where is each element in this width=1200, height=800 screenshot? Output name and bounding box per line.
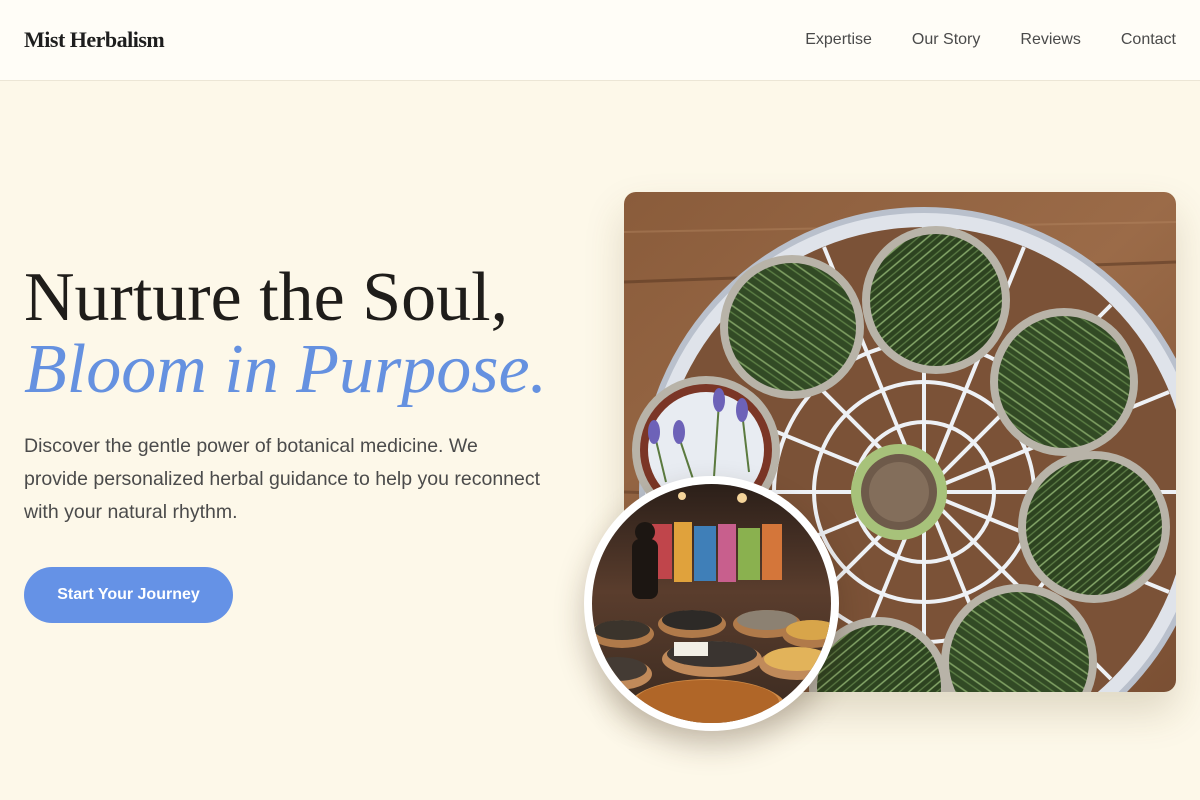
nav-link-reviews[interactable]: Reviews [1020, 31, 1080, 49]
nav-link-our-story[interactable]: Our Story [912, 31, 980, 49]
brand-logo[interactable]: Mist Herbalism [24, 27, 165, 53]
hero-title-line2: Bloom in Purpose. [24, 331, 548, 408]
hero-title: Nurture the Soul, Bloom in Purpose. [24, 262, 547, 406]
nav-link-contact[interactable]: Contact [1121, 31, 1176, 49]
spice-market-image [584, 476, 839, 731]
hero-title-line1: Nurture the Soul, [24, 259, 509, 336]
start-journey-button[interactable]: Start Your Journey [24, 567, 233, 623]
nav-link-expertise[interactable]: Expertise [805, 31, 872, 49]
hero-description: Discover the gentle power of botanical m… [24, 435, 541, 523]
main-nav: Expertise Our Story Reviews Contact [805, 31, 1176, 49]
site-header: Mist Herbalism Expertise Our Story Revie… [0, 0, 1200, 81]
